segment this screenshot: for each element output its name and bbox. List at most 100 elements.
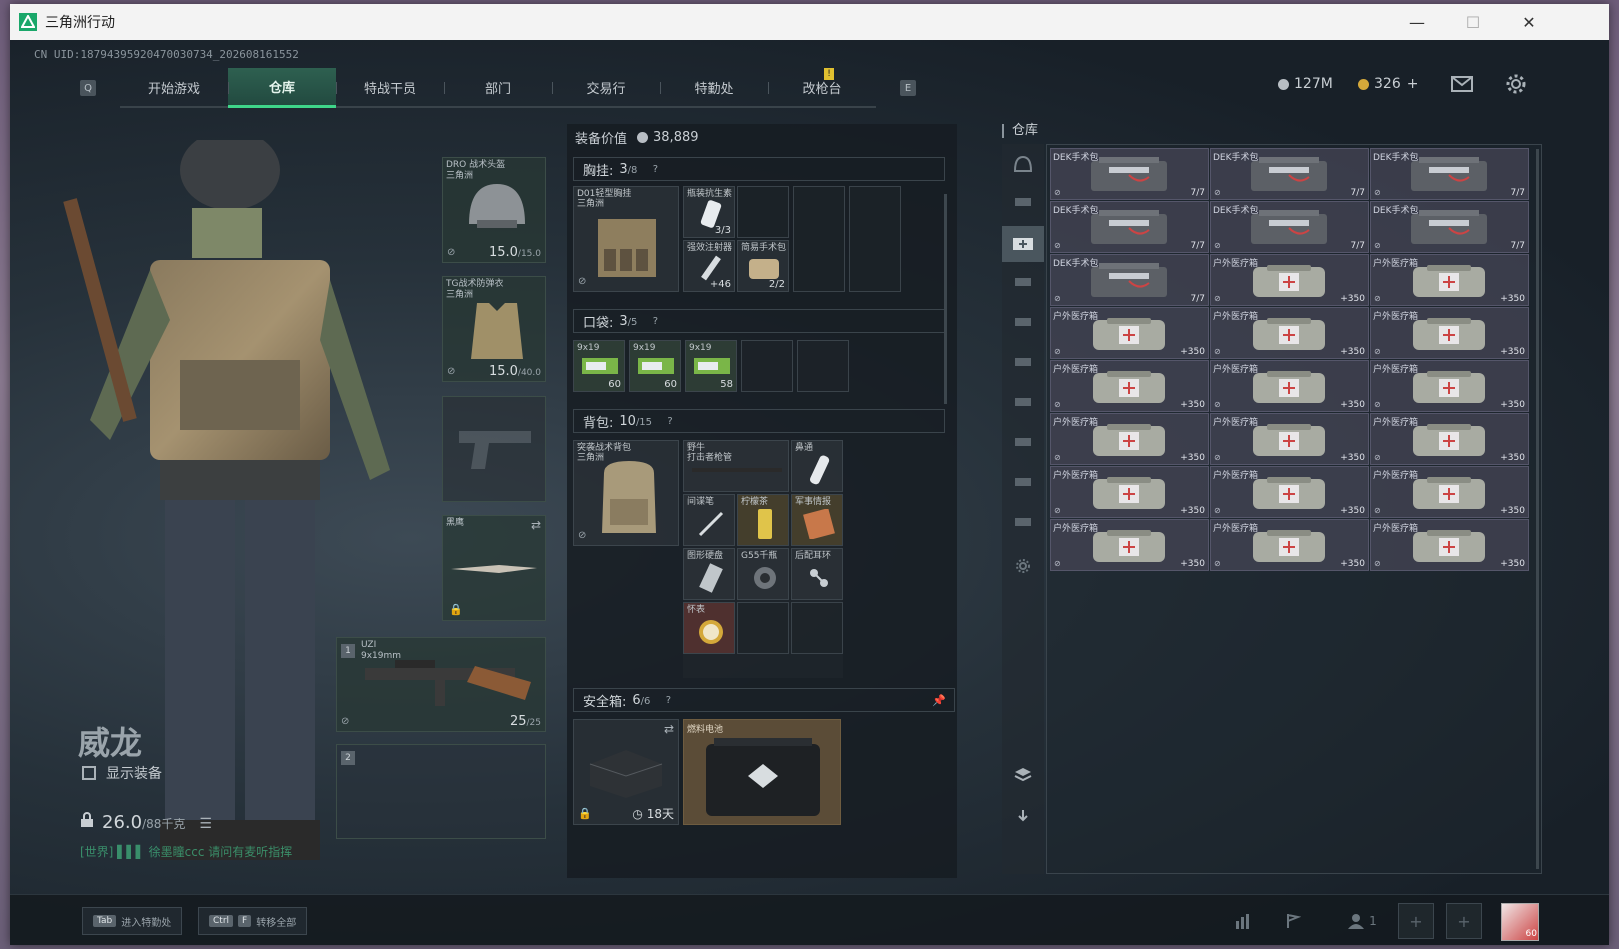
backpack-item[interactable]: 间谍笔 — [683, 494, 735, 546]
key-category-icon[interactable] — [1011, 430, 1035, 454]
stash-item[interactable]: DEK手术包 ⊘ 7/7 — [1050, 201, 1209, 253]
ammo-category-icon[interactable] — [1011, 270, 1035, 294]
melee-slot[interactable]: 黑鹰 ⇄ 🔒 — [442, 515, 546, 621]
tab-start-game[interactable]: 开始游戏 — [120, 68, 228, 106]
close-button[interactable]: ✕ — [1501, 4, 1557, 40]
stash-item[interactable]: DEK手术包 ⊘ 7/7 — [1370, 201, 1529, 253]
weapon-category-icon[interactable] — [1011, 190, 1035, 214]
stash-item[interactable]: 户外医疗箱 ⊘ +350 — [1050, 307, 1209, 359]
backpack-item[interactable]: 柠檬茶 — [737, 494, 789, 546]
backpack-item[interactable]: G55千瓶 — [737, 548, 789, 600]
pocket-ammo-item[interactable]: 9x19 58 — [685, 340, 737, 392]
tab-special-ops[interactable]: 特勤处 — [660, 68, 768, 106]
medical-category-icon[interactable] — [1002, 226, 1044, 262]
primary-weapon-slot[interactable]: 1 UZI 9x19mm ⊘ 25/25 — [336, 637, 546, 732]
loot-category-icon[interactable] — [1011, 470, 1035, 494]
stash-item[interactable]: 户外医疗箱 ⊘ +350 — [1210, 360, 1369, 412]
armor-category-icon[interactable] — [1011, 310, 1035, 334]
misc-category-icon[interactable] — [1011, 510, 1035, 534]
layers-icon[interactable] — [1011, 762, 1035, 786]
transfer-all-button[interactable]: Ctrl F 转移全部 — [198, 907, 308, 935]
weight-list-icon[interactable]: ☰ — [199, 816, 212, 832]
stash-item[interactable]: 户外医疗箱 ⊘ +350 — [1050, 519, 1209, 571]
stash-item[interactable]: DEK手术包 ⊘ 7/7 — [1050, 254, 1209, 306]
invite-slot-button[interactable]: + — [1446, 903, 1482, 939]
help-icon[interactable]: ? — [662, 694, 674, 706]
minimize-button[interactable]: — — [1389, 4, 1445, 40]
helmet-slot[interactable]: DRO 战术头盔 三角洲 ⊘ 15.0/15.0 — [442, 157, 546, 263]
sort-icon[interactable] — [1011, 804, 1035, 828]
help-icon[interactable]: ? — [649, 163, 661, 175]
world-chat-line[interactable]: [世界] ▌▌▌ 徐墨瞳ccc 请问有麦听指挥 — [80, 843, 292, 860]
stash-item[interactable]: 户外医疗箱 ⊘ +350 — [1050, 413, 1209, 465]
safebox-slot[interactable]: ⇄ 🔒 ◷ 18天 — [573, 719, 679, 825]
tab-department[interactable]: 部门 — [444, 68, 552, 106]
stash-item[interactable]: 户外医疗箱 ⊘ +350 — [1050, 360, 1209, 412]
backpack-item[interactable]: 鼻通 — [791, 440, 843, 492]
safebox-item[interactable]: 燃料电池 — [683, 719, 841, 825]
empty-slot[interactable] — [737, 186, 789, 238]
mail-icon[interactable] — [1448, 70, 1476, 98]
empty-slot[interactable] — [793, 186, 845, 292]
stash-item[interactable]: 户外医疗箱 ⊘ +350 — [1370, 360, 1529, 412]
stash-settings-gear-icon[interactable] — [1011, 554, 1035, 578]
stash-item[interactable]: DEK手术包 ⊘ 7/7 — [1370, 148, 1529, 200]
enter-special-ops-button[interactable]: Tab 进入特勤处 — [82, 907, 183, 935]
invite-slot-button[interactable]: + — [1398, 903, 1434, 939]
stash-item[interactable]: 户外医疗箱 ⊘ +350 — [1370, 307, 1529, 359]
backpack-item[interactable]: 军事情报 — [791, 494, 843, 546]
swap-icon[interactable]: ⇄ — [664, 722, 674, 736]
swap-icon[interactable]: ⇄ — [531, 518, 541, 532]
stash-item[interactable]: 户外医疗箱 ⊘ +350 — [1370, 519, 1529, 571]
maximize-button[interactable]: ☐ — [1445, 4, 1501, 40]
help-icon[interactable]: ? — [649, 315, 661, 327]
stash-item[interactable]: 户外医疗箱 ⊘ +350 — [1050, 466, 1209, 518]
stash-item[interactable]: 户外医疗箱 ⊘ +350 — [1210, 519, 1369, 571]
stats-chart-icon[interactable] — [1228, 907, 1258, 935]
backpack-item[interactable]: 野牛 打击者枪管 — [683, 440, 789, 492]
stash-item[interactable]: 户外医疗箱 ⊘ +350 — [1210, 466, 1369, 518]
stash-item[interactable]: 户外医疗箱 ⊘ +350 — [1210, 307, 1369, 359]
chest-category-icon[interactable] — [1011, 390, 1035, 414]
stash-item[interactable]: 户外医疗箱 ⊘ +350 — [1370, 466, 1529, 518]
empty-slot[interactable] — [737, 602, 789, 654]
empty-slot[interactable] — [791, 602, 843, 654]
armor-slot[interactable]: TG战术防弹衣 三角洲 ⊘ 15.0/40.0 — [442, 276, 546, 382]
pocket-ammo-item[interactable]: 9x19 60 — [573, 340, 625, 392]
stash-scrollbar[interactable] — [1536, 149, 1539, 869]
empty-slot[interactable] — [797, 340, 849, 392]
empty-slot[interactable] — [741, 340, 793, 392]
nav-left-key[interactable]: Q — [80, 80, 96, 96]
stash-item[interactable]: DEK手术包 ⊘ 7/7 — [1050, 148, 1209, 200]
stash-item[interactable]: 户外医疗箱 ⊘ +350 — [1210, 413, 1369, 465]
chest-item[interactable]: 强效注射器 +46 — [683, 240, 735, 292]
backpack-item[interactable]: 后配耳环 — [791, 548, 843, 600]
tab-operators[interactable]: 特战干员 — [336, 68, 444, 106]
tab-warehouse[interactable]: 仓库 — [228, 68, 336, 108]
settings-gear-icon[interactable] — [1502, 70, 1530, 98]
stash-item[interactable]: 户外医疗箱 ⊘ +350 — [1370, 254, 1529, 306]
stash-item[interactable]: 户外医疗箱 ⊘ +350 — [1210, 254, 1369, 306]
help-icon[interactable]: ? — [664, 415, 676, 427]
chest-item[interactable]: 瓶装抗生素 3/3 — [683, 186, 735, 238]
stash-item[interactable]: DEK手术包 ⊘ 7/7 — [1210, 148, 1369, 200]
add-gold-button[interactable]: + — [1407, 76, 1419, 92]
backpack-slot[interactable]: 突袭战术背包 三角洲 ⊘ — [573, 440, 679, 546]
tab-gunsmith[interactable]: 改枪台 — [768, 68, 876, 106]
helmet-category-icon[interactable] — [1011, 152, 1035, 176]
chest-item[interactable]: 简易手术包 2/2 — [737, 240, 789, 292]
chest-rig-slot[interactable]: D01轻型胸挂 三角洲 ⊘ — [573, 186, 679, 292]
show-gear-checkbox[interactable] — [82, 766, 96, 780]
stash-item[interactable]: DEK手术包 ⊘ 7/7 — [1210, 201, 1369, 253]
show-gear-toggle[interactable]: 显示装备 — [82, 763, 162, 783]
secondary-weapon-slot[interactable]: 2 — [336, 744, 546, 839]
player-avatar[interactable]: 60 — [1501, 903, 1539, 941]
backpack-item[interactable]: 图形硬盘 — [683, 548, 735, 600]
backpack-category-icon[interactable] — [1011, 350, 1035, 374]
squad-button[interactable]: 1 — [1340, 907, 1384, 935]
pocket-ammo-item[interactable]: 9x19 60 — [629, 340, 681, 392]
flag-icon[interactable] — [1278, 907, 1308, 935]
pistol-slot[interactable] — [442, 396, 546, 502]
empty-slot[interactable] — [849, 186, 901, 292]
nav-right-key[interactable]: E — [900, 80, 916, 96]
